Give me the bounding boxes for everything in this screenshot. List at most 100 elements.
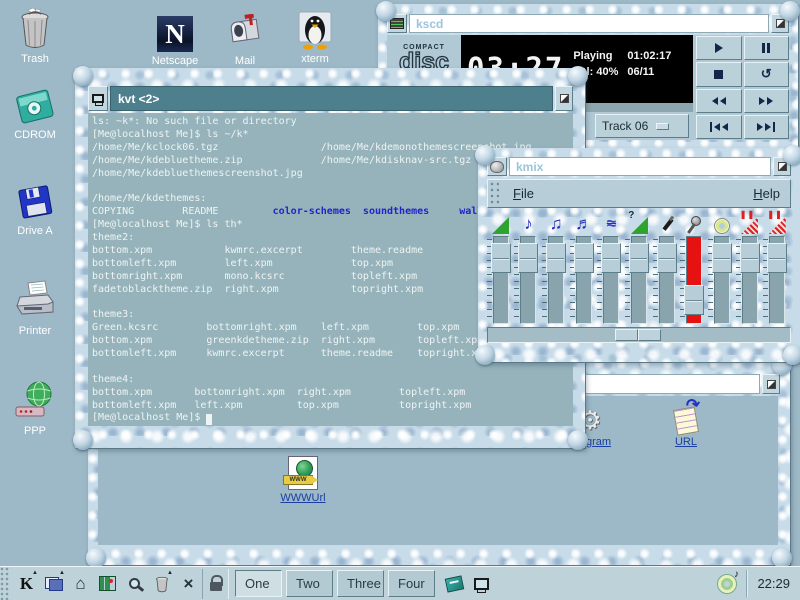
window-corner[interactable] [475,145,495,165]
bass-slider-handle[interactable] [518,243,538,273]
pcm-wave-slider[interactable] [598,236,626,324]
rewind-button[interactable] [696,89,742,113]
pause-button[interactable] [744,36,790,60]
treble-slider-handle[interactable] [546,243,566,273]
desktop-pager: One Two Three Four [235,570,435,597]
trash-button[interactable]: ▲ [148,569,175,599]
pcm-wave-channel-icon[interactable]: ≈ [598,210,626,234]
synth-slider-handle[interactable] [574,243,594,273]
unknown-slider-handle[interactable] [629,243,649,273]
window-corner[interactable] [73,430,93,450]
window-corner[interactable] [73,66,93,86]
desktop-icon-drive-a[interactable]: Drive A [0,182,70,237]
desktop-button-three[interactable]: Three [337,570,384,597]
window-list-button[interactable]: ▲ [40,569,67,599]
desktop-icon-printer[interactable]: Printer [0,282,70,337]
volume-channel-icon[interactable] [487,210,515,234]
desktop-button-one[interactable]: One [235,570,282,597]
window-corner[interactable] [568,66,588,86]
desktop-button-four[interactable]: Four [388,570,435,597]
window-corner[interactable] [783,345,800,365]
maximize-button[interactable] [762,374,780,394]
window-corner[interactable] [475,345,495,365]
unknown-slider[interactable] [625,236,653,324]
desktop-icon-netscape[interactable]: N Netscape [140,12,210,67]
close-tool-button[interactable]: × [175,569,202,599]
window-corner[interactable] [783,145,800,165]
bass-slider[interactable] [515,236,543,324]
record-left-slider-handle[interactable] [740,243,760,273]
repeat-button[interactable]: ↺ [744,62,790,86]
volume-slider-handle[interactable] [491,243,511,273]
hscroll-handle[interactable] [615,329,661,341]
desktop-icon-xterm[interactable]: xterm [280,10,350,65]
cd-slider[interactable] [708,236,736,324]
cd-note-icon [717,574,737,594]
menu-help[interactable]: Help [753,186,780,201]
record-right-channel-icon[interactable]: ❚❚ [763,210,791,234]
play-button[interactable] [696,36,742,60]
synth-channel-icon[interactable]: ♬ [570,210,598,234]
next-track-button[interactable] [744,115,790,139]
window-corner[interactable] [568,430,588,450]
kmix-titlebar[interactable]: kmix [487,157,791,176]
magnifier-icon [129,578,140,589]
menubar-grip[interactable] [489,181,499,206]
kfm-icon-wwwurl[interactable]: WWW WWWUrl [271,454,335,504]
unknown-channel-icon[interactable]: ? [625,210,653,234]
desktop-icon-cdrom[interactable]: CDROM [0,86,70,141]
terminal-task-button[interactable] [468,569,495,599]
desktop-icon-trash[interactable]: Trash [0,10,70,65]
synth-slider[interactable] [570,236,598,324]
line-in-channel-icon[interactable] [653,210,681,234]
line-in-slider[interactable] [653,236,681,324]
record-right-slider[interactable] [763,236,791,324]
home-button[interactable]: ⌂ [67,569,94,599]
kscd-title: kscd [409,14,769,33]
panel-grip[interactable] [0,567,9,600]
lock-screen-button[interactable] [202,569,229,599]
microphone-slider-handle[interactable] [684,285,704,315]
treble-slider[interactable] [542,236,570,324]
menu-file[interactable]: File [513,186,534,201]
record-left-channel-icon[interactable]: ❚❚ [736,210,764,234]
desktop-icon-mail[interactable]: Mail [210,12,280,67]
kvt-titlebar[interactable]: kvt <2> [88,86,573,111]
volume-slider[interactable] [487,236,515,324]
rewind-icon [720,97,726,105]
fast-forward-button[interactable] [744,89,790,113]
find-files-button[interactable] [121,569,148,599]
next-track-icon [765,123,771,131]
application-task-button[interactable] [441,569,468,599]
microphone-slider[interactable] [680,236,708,324]
pcm-wave-slider-handle[interactable] [601,243,621,273]
cd-slider-handle[interactable] [712,243,732,273]
desktop-button-two[interactable]: Two [286,570,333,597]
kvt-menu-button[interactable] [88,86,108,111]
maximize-button[interactable] [555,86,573,111]
cd-player-tray-button[interactable] [713,569,740,599]
line-in-slider-handle[interactable] [657,243,677,273]
kfm-icon-url[interactable]: URL [654,398,718,448]
lcd-status: Playing [573,48,618,64]
window-corner[interactable] [376,1,396,21]
track-selector[interactable]: Track 06 [595,114,689,138]
treble-channel-icon[interactable]: ♫ [542,210,570,234]
mixer-hscrollbar[interactable] [487,327,791,343]
floppy-icon [0,182,70,222]
bass-channel-icon[interactable]: ♪ [515,210,543,234]
record-right-slider-handle[interactable] [767,243,787,273]
applications-button[interactable] [94,569,121,599]
previous-track-button[interactable] [696,115,742,139]
cd-channel-icon[interactable] [708,210,736,234]
record-left-slider[interactable] [736,236,764,324]
window-corner[interactable] [772,548,792,568]
k-menu-button[interactable]: K▲ [13,569,40,599]
kscd-titlebar[interactable]: kscd [387,14,789,33]
window-corner[interactable] [780,1,800,21]
desktop-icon-ppp[interactable]: PPP [0,382,70,437]
window-corner[interactable] [86,548,106,568]
previous-track-icon [722,123,728,131]
microphone-channel-icon[interactable] [680,210,708,234]
stop-button[interactable] [696,62,742,86]
